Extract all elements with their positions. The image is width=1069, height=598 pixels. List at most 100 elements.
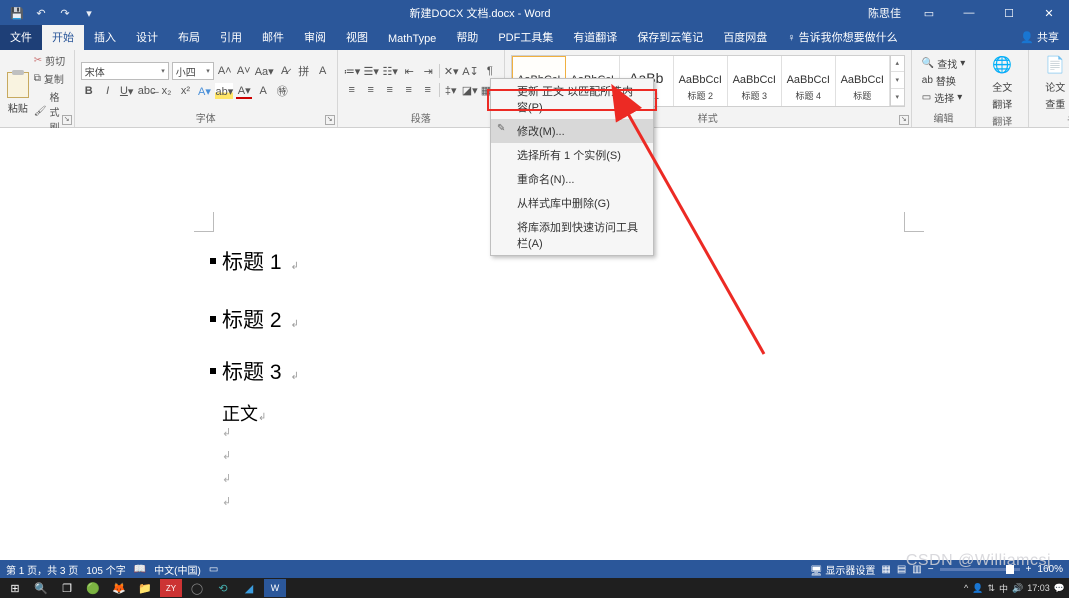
font-color-icon[interactable]: A▾ — [236, 83, 252, 99]
volume-icon[interactable]: 🔊 — [1012, 583, 1023, 594]
undo-icon[interactable]: ↶ — [30, 2, 52, 24]
tab-mailings[interactable]: 邮件 — [252, 25, 294, 50]
tab-view[interactable]: 视图 — [336, 25, 378, 50]
user-name[interactable]: 陈思佳 — [860, 5, 909, 21]
style-h4[interactable]: AaBbCcI标题 4 — [782, 56, 836, 106]
search-icon[interactable]: 🔍 — [30, 579, 52, 597]
tab-home[interactable]: 开始 — [42, 25, 84, 50]
ctx-rename[interactable]: 重命名(N)... — [491, 167, 653, 191]
tell-me[interactable]: ♀ 告诉我你想要做什么 — [777, 25, 907, 50]
maximize-icon[interactable]: ☐ — [989, 0, 1029, 26]
essay-check-button[interactable]: 📄论文查重 — [1035, 53, 1069, 111]
ime-icon[interactable]: 中 — [999, 582, 1008, 595]
vscode-icon[interactable]: ◢ — [238, 579, 260, 597]
tab-insert[interactable]: 插入 — [84, 25, 126, 50]
align-center-icon[interactable]: ≡ — [363, 82, 379, 98]
clock[interactable]: 17:03 — [1027, 583, 1050, 593]
word-icon[interactable]: W — [264, 579, 286, 597]
cut-button[interactable]: ✂剪切 — [34, 53, 68, 68]
start-icon[interactable]: ⊞ — [4, 579, 26, 597]
page-count[interactable]: 第 1 页，共 3 页 — [6, 562, 78, 577]
word-count[interactable]: 105 个字 — [86, 562, 125, 577]
underline-icon[interactable]: U▾ — [119, 83, 135, 99]
line-spacing-icon[interactable]: ‡▾ — [443, 82, 459, 98]
char-shading-icon[interactable]: A — [255, 83, 271, 99]
style-h2[interactable]: AaBbCcI标题 2 — [674, 56, 728, 106]
copy-button[interactable]: ⧉复制 — [34, 71, 68, 86]
text-effects-icon[interactable]: A▾ — [196, 83, 212, 99]
font-size-combo[interactable]: 小四▾ — [172, 62, 214, 80]
outdent-icon[interactable]: ⇤ — [401, 63, 417, 79]
italic-icon[interactable]: I — [100, 83, 116, 99]
align-right-icon[interactable]: ≡ — [382, 82, 398, 98]
strike-icon[interactable]: abc̶ — [138, 83, 156, 99]
zoom-out-icon[interactable]: − — [928, 564, 934, 575]
dialog-launcher-icon[interactable]: ↘ — [325, 115, 335, 125]
char-border-icon[interactable]: A — [315, 63, 331, 79]
macro-icon[interactable]: ▭ — [209, 564, 218, 575]
qat-dropdown-icon[interactable]: ▾ — [78, 2, 100, 24]
tab-baidupan[interactable]: 百度网盘 — [713, 25, 777, 50]
style-h3[interactable]: AaBbCcI标题 3 — [728, 56, 782, 106]
enclose-char-icon[interactable]: ㊕ — [274, 83, 290, 99]
multilevel-icon[interactable]: ☷▾ — [382, 63, 398, 79]
subscript-icon[interactable]: x₂ — [158, 83, 174, 99]
bullets-icon[interactable]: ≔▾ — [344, 63, 361, 79]
redo-icon[interactable]: ↷ — [54, 2, 76, 24]
app-icon[interactable]: ZY — [160, 579, 182, 597]
replace-button[interactable]: ab替换 — [922, 73, 965, 88]
zoom-slider[interactable] — [940, 568, 1020, 571]
shrink-font-icon[interactable]: A˅ — [236, 63, 252, 79]
explorer-icon[interactable]: 📁 — [134, 579, 156, 597]
close-icon[interactable]: ✕ — [1029, 0, 1069, 26]
tab-layout[interactable]: 布局 — [168, 25, 210, 50]
align-left-icon[interactable]: ≡ — [344, 82, 360, 98]
tab-yunote[interactable]: 保存到云笔记 — [627, 25, 713, 50]
gallery-more-icon[interactable]: ▾ — [891, 89, 904, 106]
ctx-remove[interactable]: 从样式库中删除(G) — [491, 191, 653, 215]
style-title[interactable]: AaBbCcI标题 — [836, 56, 890, 106]
display-settings[interactable]: 🖥 显示器设置 — [810, 562, 875, 577]
dialog-launcher-icon[interactable]: ↘ — [62, 115, 72, 125]
justify-icon[interactable]: ≡ — [401, 82, 417, 98]
gallery-down-icon[interactable]: ▾ — [891, 72, 904, 89]
phonetic-icon[interactable]: 拼 — [296, 63, 312, 79]
tab-design[interactable]: 设计 — [126, 25, 168, 50]
highlight-icon[interactable]: ab▾ — [215, 83, 233, 99]
tab-review[interactable]: 审阅 — [294, 25, 336, 50]
ribbon-options-icon[interactable]: ▭ — [909, 0, 949, 26]
ctx-update-style[interactable]: 更新 正文 以匹配所选内容(P) — [491, 79, 653, 119]
fulltext-translate-button[interactable]: 🌐全文翻译 — [982, 53, 1022, 111]
firefox-icon[interactable]: 🦊 — [108, 579, 130, 597]
bold-icon[interactable]: B — [81, 83, 97, 99]
ctx-modify-style[interactable]: ✎修改(M)... — [491, 119, 653, 143]
distribute-icon[interactable]: ≡ — [420, 82, 436, 98]
notifications-icon[interactable]: 💬 — [1054, 583, 1065, 594]
save-icon[interactable]: 💾 — [6, 2, 28, 24]
find-button[interactable]: 🔍查找▾ — [922, 56, 965, 71]
view-read-icon[interactable]: ▤ — [897, 564, 906, 575]
clear-format-icon[interactable]: A̷ — [277, 63, 293, 79]
show-marks-icon[interactable]: ¶ — [482, 63, 498, 79]
zoom-level[interactable]: 160% — [1037, 564, 1063, 575]
tab-mathtype[interactable]: MathType — [378, 29, 446, 50]
superscript-icon[interactable]: x² — [177, 83, 193, 99]
ctx-add-qat[interactable]: 将库添加到快速访问工具栏(A) — [491, 215, 653, 255]
network-icon[interactable]: ⇅ — [987, 583, 995, 594]
font-name-combo[interactable]: 宋体▾ — [81, 62, 169, 80]
app-icon[interactable]: ◯ — [186, 579, 208, 597]
taskview-icon[interactable]: ❐ — [56, 579, 78, 597]
tab-youdao[interactable]: 有道翻译 — [563, 25, 627, 50]
gallery-up-icon[interactable]: ▴ — [891, 56, 904, 73]
numbering-icon[interactable]: ☰▾ — [363, 63, 379, 79]
asian-layout-icon[interactable]: ✕▾ — [443, 63, 459, 79]
tab-help[interactable]: 帮助 — [446, 25, 488, 50]
view-print-icon[interactable]: ▦ — [881, 564, 890, 575]
tray-chevron-icon[interactable]: ^ — [964, 583, 968, 593]
ctx-select-all[interactable]: 选择所有 1 个实例(S) — [491, 143, 653, 167]
shading-icon[interactable]: ◪▾ — [462, 82, 478, 98]
chrome-icon[interactable]: 🟢 — [82, 579, 104, 597]
tab-pdf[interactable]: PDF工具集 — [488, 25, 563, 50]
share-button[interactable]: 👤 共享 — [1010, 25, 1069, 50]
people-icon[interactable]: 👤 — [972, 583, 983, 594]
